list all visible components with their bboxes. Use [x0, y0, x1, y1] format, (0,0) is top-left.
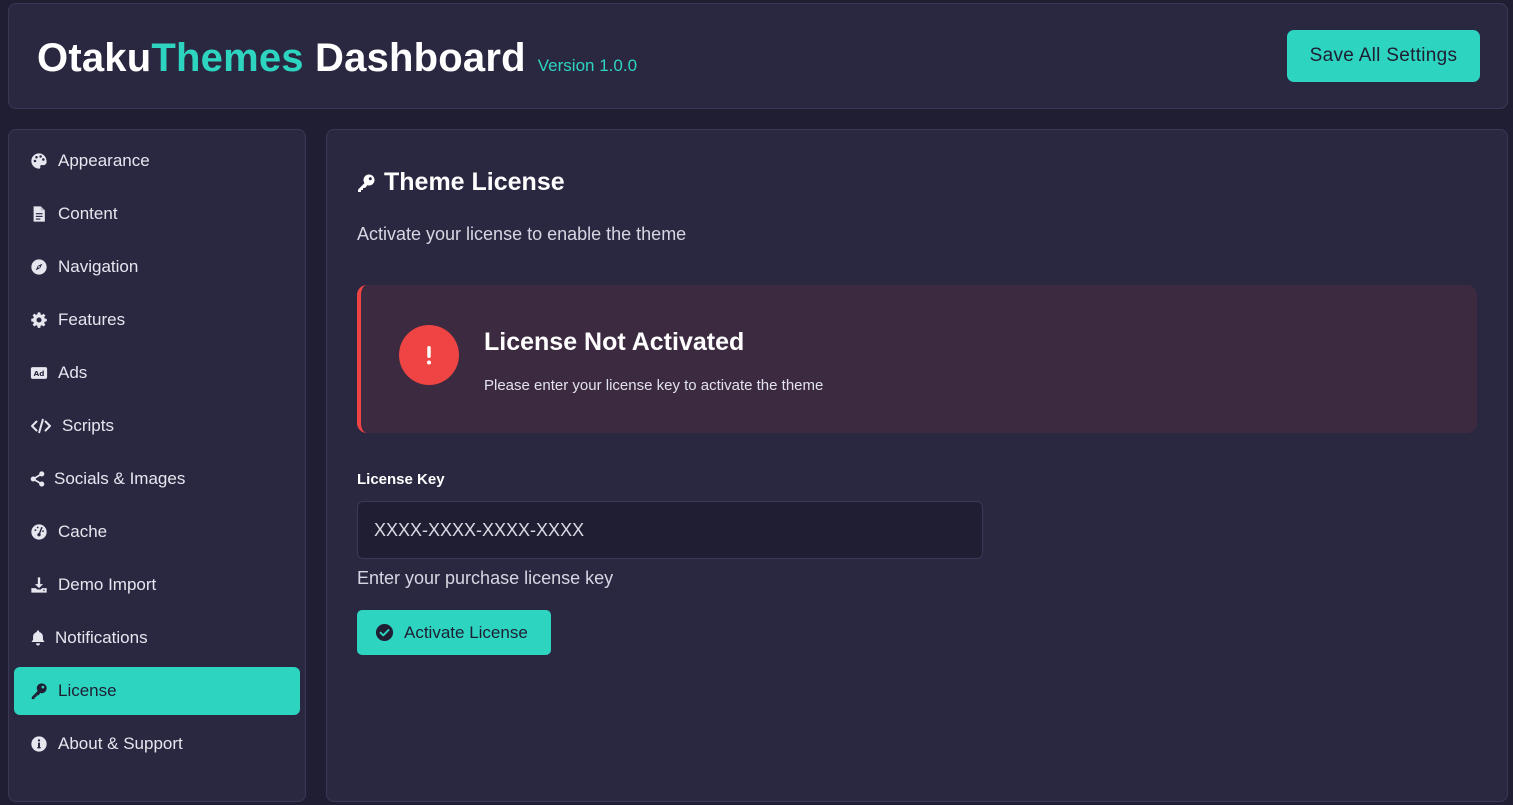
sidebar-item-scripts[interactable]: Scripts [14, 402, 300, 450]
sidebar-item-label: Socials & Images [54, 469, 186, 488]
activate-license-label: Activate License [404, 622, 528, 642]
key-icon [29, 681, 49, 701]
activate-license-button[interactable]: Activate License [357, 610, 551, 655]
alert-title: License Not Activated [484, 328, 745, 356]
sidebar-item-label: Ads [58, 363, 88, 382]
ad-icon: Ad [29, 363, 49, 383]
sidebar-item-license[interactable]: License [14, 667, 300, 715]
key-icon [356, 173, 376, 193]
sidebar-item-label: Cache [58, 522, 108, 541]
sidebar-item-cache[interactable]: Cache [14, 508, 300, 556]
dashboard-header: OtakuThemes Dashboard Version 1.0.0 Save… [8, 3, 1508, 109]
sidebar-item-appearance[interactable]: Appearance [14, 137, 300, 185]
download-icon [29, 575, 49, 595]
sidebar-item-navigation[interactable]: Navigation [14, 243, 300, 291]
sidebar-item-label: License [58, 681, 117, 700]
license-key-input[interactable] [357, 501, 983, 559]
sidebar-item-about-support[interactable]: About & Support [14, 720, 300, 768]
sidebar: Appearance Content Navigation Features A… [8, 129, 306, 802]
palette-icon [29, 151, 49, 171]
sidebar-item-notifications[interactable]: Notifications [14, 614, 300, 662]
brand-title-part2: Dashboard [303, 36, 526, 80]
sidebar-item-label: Appearance [58, 151, 150, 170]
svg-text:Ad: Ad [34, 369, 45, 378]
sidebar-item-label: Notifications [55, 628, 148, 647]
license-key-label: License Key [357, 471, 445, 488]
page-subtitle: Activate your license to enable the them… [357, 224, 687, 244]
exclamation-icon [399, 325, 459, 385]
share-icon [29, 469, 46, 489]
sidebar-item-features[interactable]: Features [14, 296, 300, 344]
main-panel: Theme License Activate your license to e… [326, 129, 1508, 802]
sidebar-item-label: Scripts [62, 416, 114, 435]
file-icon [29, 204, 49, 224]
license-status-alert: License Not Activated Please enter your … [357, 285, 1477, 433]
sidebar-item-content[interactable]: Content [14, 190, 300, 238]
compass-icon [29, 257, 49, 277]
alert-text: Please enter your license key to activat… [484, 377, 824, 394]
sidebar-item-ads[interactable]: Ad Ads [14, 349, 300, 397]
info-icon [29, 734, 49, 754]
brand-title: OtakuThemes Dashboard [37, 36, 526, 81]
sidebar-item-socials-images[interactable]: Socials & Images [14, 455, 300, 503]
version-label: Version 1.0.0 [537, 56, 638, 75]
sidebar-item-label: Content [58, 204, 118, 223]
sidebar-item-demo-import[interactable]: Demo Import [14, 561, 300, 609]
save-all-settings-button[interactable]: Save All Settings [1287, 30, 1480, 82]
sidebar-item-label: Demo Import [58, 575, 157, 594]
brand-title-part1: Otaku [37, 36, 152, 80]
sidebar-item-label: About & Support [58, 734, 183, 753]
license-key-help: Enter your purchase license key [357, 568, 614, 588]
code-icon [29, 416, 53, 436]
page-title-text: Theme License [384, 168, 565, 196]
bell-icon [29, 628, 47, 648]
page-title: Theme License [356, 168, 565, 197]
brand-title-accent: Themes [151, 36, 304, 80]
check-circle-icon [375, 623, 394, 642]
gauge-icon [29, 522, 49, 542]
brand: OtakuThemes Dashboard Version 1.0.0 [37, 36, 637, 81]
gear-icon [29, 310, 49, 330]
sidebar-item-label: Features [58, 310, 126, 329]
sidebar-item-label: Navigation [58, 257, 139, 276]
